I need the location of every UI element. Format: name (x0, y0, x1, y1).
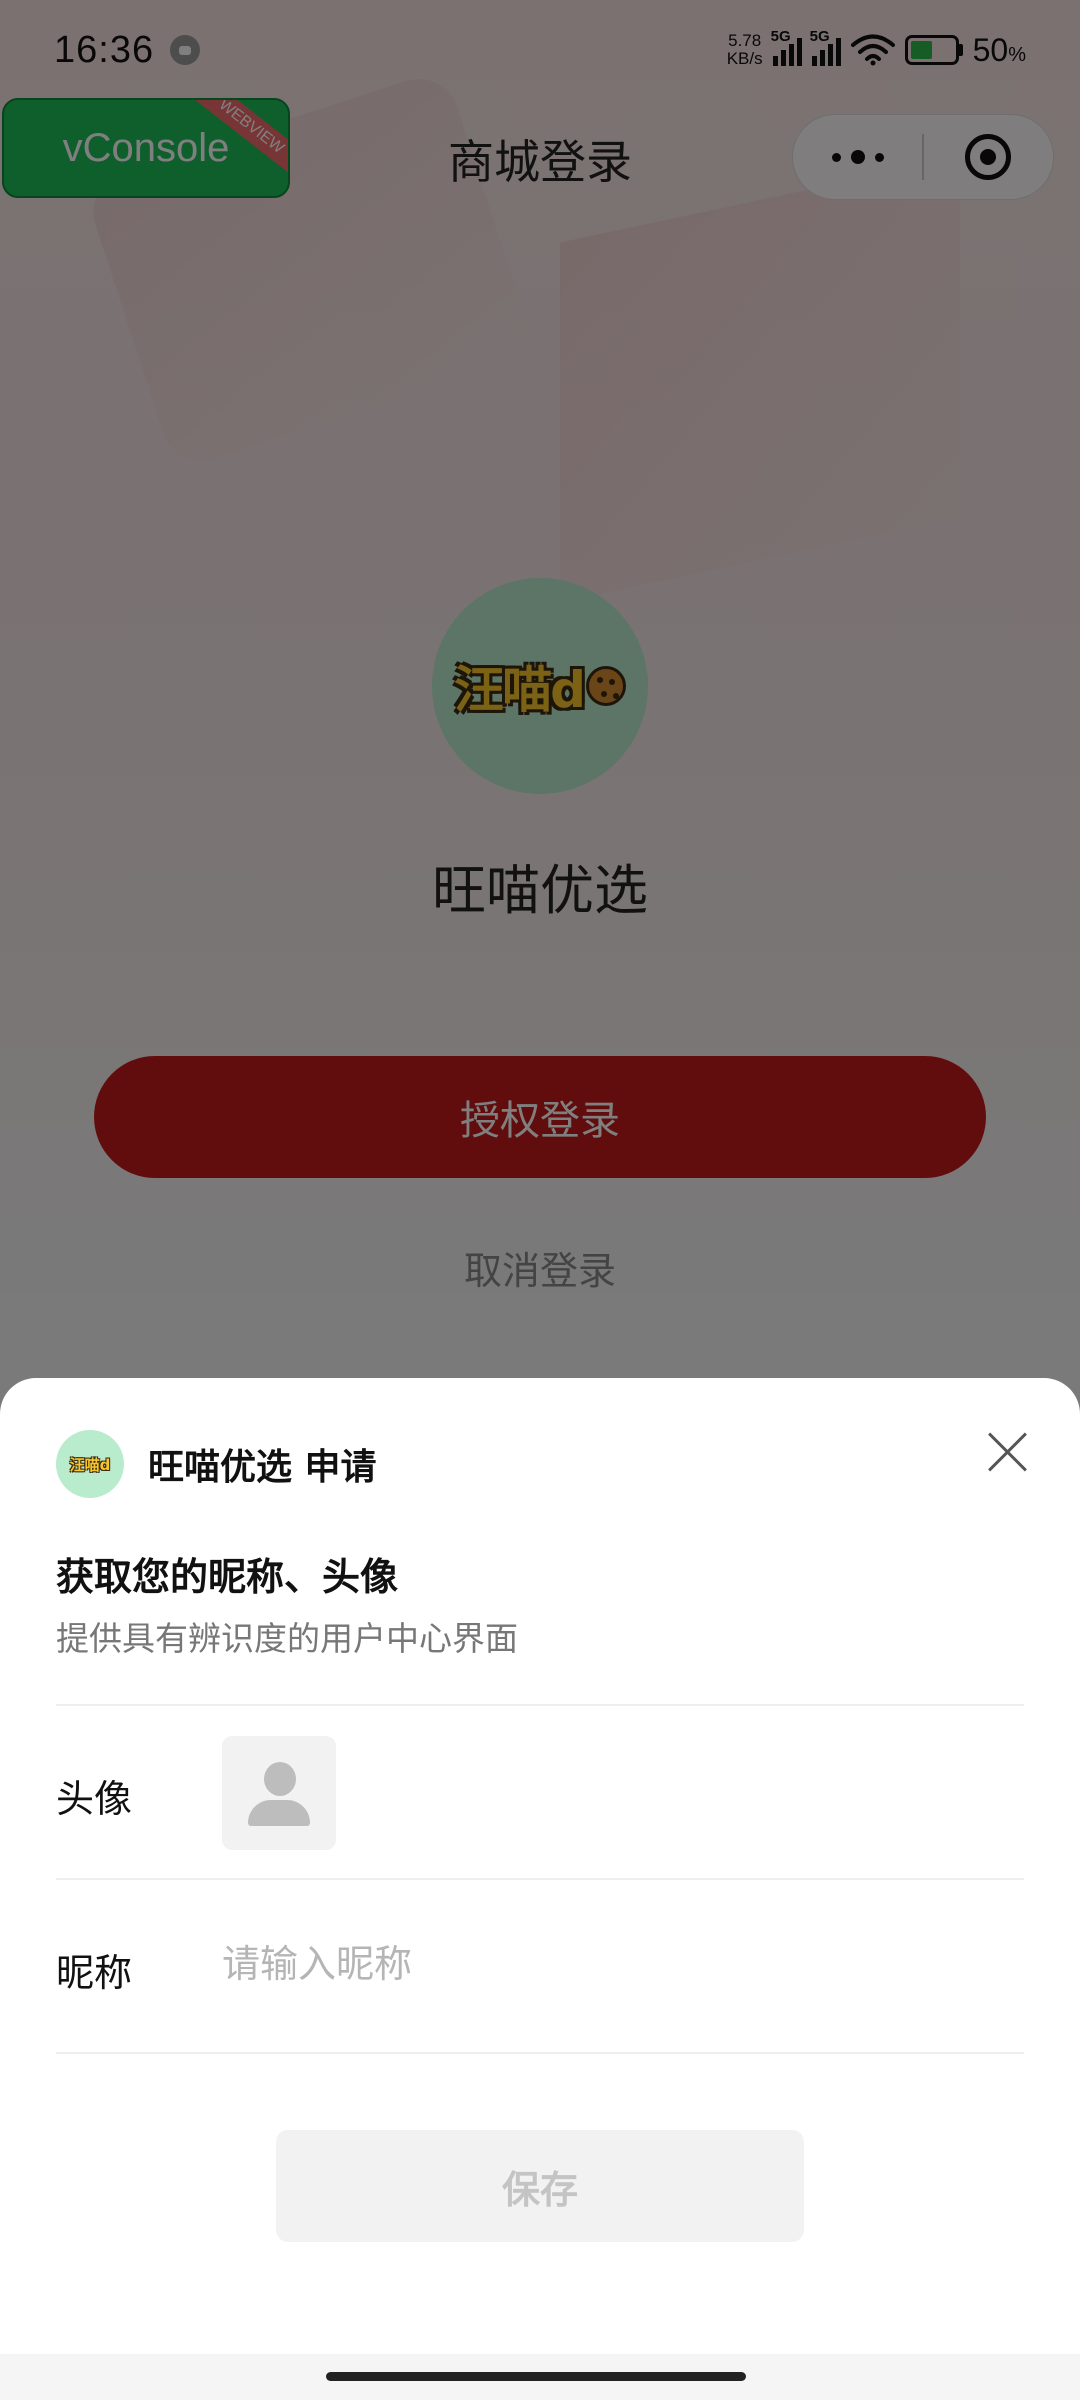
save-button[interactable]: 保存 (276, 2130, 804, 2242)
app-avatar: 汪喵d (56, 1430, 124, 1498)
nickname-input[interactable] (222, 1932, 1002, 1996)
app-request-title: 旺喵优选 申请 (148, 1447, 377, 1488)
divider (56, 2052, 1024, 2054)
nickname-label: 昵称 (56, 1951, 133, 1995)
divider (56, 1704, 1024, 1706)
divider (56, 1878, 1024, 1880)
avatar-label: 头像 (56, 1777, 133, 1821)
avatar-picker[interactable] (222, 1736, 336, 1850)
close-icon[interactable] (986, 1430, 1030, 1474)
permission-description: 提供具有辨识度的用户中心界面 (56, 1619, 518, 1658)
sheet-header: 汪喵d 旺喵优选 申请 (56, 1430, 377, 1498)
mini-logo-wordmark: 汪喵d (69, 1455, 111, 1474)
gesture-bar (0, 2354, 1080, 2400)
profile-auth-sheet: 汪喵d 旺喵优选 申请 获取您的昵称、头像 提供具有辨识度的用户中心界面 头像 … (0, 1378, 1080, 2400)
permission-heading: 获取您的昵称、头像 (56, 1555, 399, 1599)
home-indicator[interactable] (326, 2372, 746, 2381)
